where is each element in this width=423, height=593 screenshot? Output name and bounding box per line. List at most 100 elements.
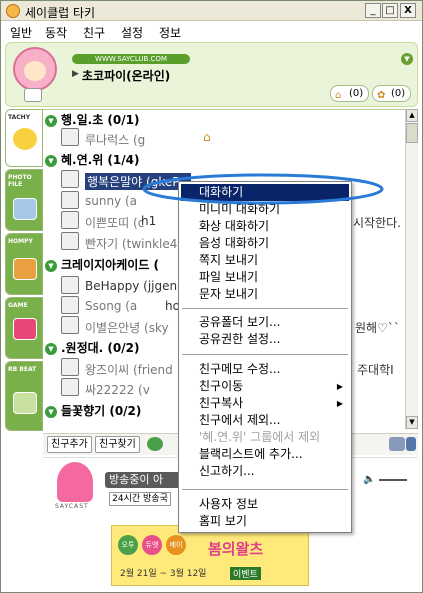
menu-settings[interactable]: 설정 [121, 24, 143, 41]
saycast-24h-button[interactable]: 24시간 방송국 [109, 492, 171, 506]
menu-item-report[interactable]: 신고하기... [181, 463, 349, 480]
highlight-annotation-ellipse [142, 173, 384, 205]
avatar[interactable] [13, 47, 57, 91]
ad-event-label: 이벤트 [230, 567, 261, 580]
friend-list-scrollbar[interactable]: ▲ ▼ [405, 109, 418, 429]
group-header[interactable]: ▼ 행.일.초 (0/1) [45, 111, 139, 127]
side-tab-label: TACHY [8, 114, 31, 121]
menu-item-shared-folder[interactable]: 공유폴더 보기... [181, 314, 349, 331]
close-button[interactable]: X [400, 3, 416, 18]
find-friend-button[interactable]: 친구찾기 [95, 436, 140, 453]
friend-name: 싸22222 (v [85, 383, 150, 397]
side-tabs: TACHY PHOTO FILE HOMPY GAME RB BEAT [5, 109, 43, 434]
friend-name: 왕즈이씨 (friend [85, 363, 173, 377]
menu-item-edit-memo[interactable]: 친구메모 수정... [181, 361, 349, 378]
volume-slider[interactable] [379, 479, 407, 481]
menu-item-move-friend[interactable]: 친구이동 ▶ [181, 378, 349, 395]
collapse-icon[interactable]: ▼ [45, 405, 57, 418]
maximize-button[interactable]: □ [382, 3, 398, 18]
menu-item-add-blacklist[interactable]: 블랙리스트에 추가... [181, 446, 349, 463]
menu-item-video-chat[interactable]: 화상 대화하기 [181, 218, 349, 235]
menu-item-remove-from-group: '혜.연.위' 그룹에서 제외 [199, 430, 321, 444]
menu-info[interactable]: 정보 [159, 24, 181, 41]
ad-banner[interactable]: 오투 듀엣 메이 봄의왈츠 2월 21일 ~ 3월 12일 이벤트 [111, 525, 309, 586]
tachy-icon [13, 128, 37, 150]
game-icon [13, 318, 37, 340]
side-tab-tachy[interactable]: TACHY [5, 109, 43, 167]
refresh-icon[interactable] [147, 437, 163, 451]
collapse-icon[interactable]: ▼ [45, 259, 57, 272]
menu-item-send-file[interactable]: 파일 보내기 [181, 269, 349, 286]
ad-ring: 메이 [166, 535, 186, 555]
friend-name: BeHappy (jjgeni [85, 279, 181, 293]
submenu-arrow-icon: ▶ [336, 382, 343, 391]
home-icon [13, 258, 37, 280]
friend-memo-tail: 시작한다. [353, 216, 401, 230]
saycast-label: SAYCAST [55, 503, 89, 510]
hompy-house-icon[interactable]: ⌂ [203, 130, 211, 144]
avatar-face [24, 61, 46, 81]
status-arrow-icon: ▶ [72, 69, 79, 79]
menu-separator [182, 308, 348, 310]
side-tab-rb-beat[interactable]: RB BEAT [5, 361, 43, 431]
monitor-icon[interactable] [389, 437, 405, 451]
menu-action[interactable]: 동작 [45, 24, 67, 41]
group-name: 행.일.초 (0/1) [61, 113, 140, 127]
submenu-arrow-icon: ▶ [336, 399, 343, 408]
friend-name: 이별은안녕 (sky [85, 321, 169, 335]
scroll-down-arrow-icon[interactable]: ▼ [406, 416, 418, 429]
group-name: 혜.연.위 (1/4) [61, 153, 140, 167]
ad-ring: 듀엣 [142, 535, 162, 555]
volume-icon[interactable]: 🔈 [363, 474, 375, 485]
profile-dropdown-icon[interactable]: ▼ [401, 53, 413, 65]
scroll-up-arrow-icon[interactable]: ▲ [406, 109, 418, 122]
menu-separator [182, 354, 348, 356]
home-count-button[interactable]: ⌂ (0) [330, 85, 370, 102]
ribbon-count: (0) [391, 88, 406, 99]
menu-general[interactable]: 일반 [10, 24, 32, 41]
friend-avatar [61, 232, 79, 250]
home-count: (0) [349, 88, 364, 99]
menu-item-copy-friend[interactable]: 친구복사 ▶ [181, 395, 349, 412]
group-header[interactable]: ▼ 혜.연.위 (1/4) [45, 151, 139, 167]
side-tab-photo-file[interactable]: PHOTO FILE [5, 169, 43, 231]
title-bar[interactable]: 세이클럽 타키 _ □ X [1, 1, 422, 21]
menu-bar: 일반 동작 친구 설정 정보 [1, 21, 422, 40]
menu-item-remove-friend[interactable]: 친구에서 제외... [181, 412, 349, 429]
sayclub-banner[interactable]: WWW.SAYCLUB.COM [72, 54, 190, 64]
ad-headline: 봄의왈츠 [208, 540, 264, 558]
home-icon: ⌂ [335, 90, 342, 101]
collapse-icon[interactable]: ▼ [45, 342, 57, 355]
phone-icon[interactable] [406, 437, 416, 451]
minimize-button[interactable]: _ [365, 3, 381, 18]
group-header[interactable]: ▼ 크레이지아케이드 ( [45, 256, 159, 272]
ribbon-count-button[interactable]: ✿ (0) [372, 85, 412, 102]
friend-memo-tail: 원해♡`` [355, 321, 400, 335]
saycast-avatar[interactable] [57, 462, 93, 502]
menu-item-view-hompy[interactable]: 홈피 보기 [181, 513, 349, 530]
menu-item-voice-chat[interactable]: 음성 대화하기 [181, 235, 349, 252]
add-friend-button[interactable]: 친구추가 [47, 436, 92, 453]
side-tab-game[interactable]: GAME [5, 297, 43, 359]
menu-item-share-permission[interactable]: 공유권한 설정... [181, 331, 349, 348]
scroll-thumb[interactable] [406, 123, 418, 143]
saycast-title[interactable]: 방송중이 아 [105, 472, 185, 488]
collapse-icon[interactable]: ▼ [45, 154, 57, 167]
friend-context-menu: 대화하기 미니미 대화하기 화상 대화하기 음성 대화하기 쪽지 보내기 파일 … [178, 181, 352, 533]
collapse-icon[interactable]: ▼ [45, 114, 57, 127]
side-tab-label: HOMPY [8, 238, 33, 245]
friend-avatar [61, 358, 79, 376]
friend-avatar [61, 276, 79, 294]
menu-item-label: 친구이동 [199, 379, 244, 393]
profile-nickname[interactable]: 초코파이(온라인) [82, 67, 170, 84]
group-header[interactable]: ▼ 들꽃향기 (0/2) [45, 402, 141, 418]
side-tab-label: GAME [8, 302, 28, 309]
app-icon [6, 4, 20, 18]
menu-item-send-note[interactable]: 쪽지 보내기 [181, 252, 349, 269]
group-header[interactable]: ▼ .원정대. (0/2) [45, 339, 139, 355]
side-tab-hompy[interactable]: HOMPY [5, 233, 43, 295]
menu-item-user-info[interactable]: 사용자 정보 [181, 496, 349, 513]
menu-item-send-sms[interactable]: 문자 보내기 [181, 286, 349, 303]
menu-friend[interactable]: 친구 [83, 24, 105, 41]
friend-avatar [61, 170, 79, 188]
